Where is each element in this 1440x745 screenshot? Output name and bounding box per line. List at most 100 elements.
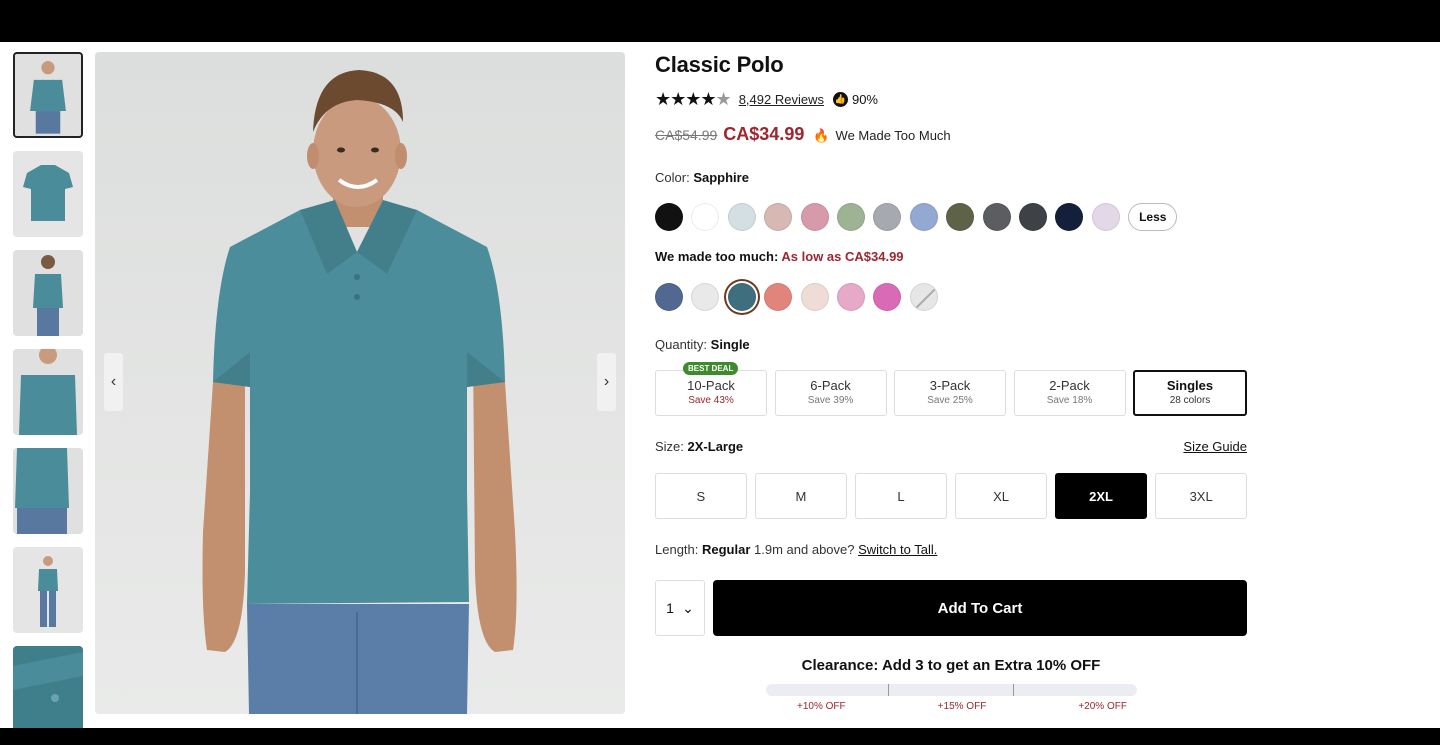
size-option-2xl[interactable]: 2XL bbox=[1055, 473, 1147, 519]
pack-savings: Save 39% bbox=[807, 395, 854, 406]
chevron-down-icon: ⌄ bbox=[682, 599, 694, 616]
pack-option-3[interactable]: 3-Pack Save 25% bbox=[894, 370, 1006, 416]
bottom-bar bbox=[0, 728, 1440, 734]
model-wearing-polo-illustration bbox=[202, 70, 517, 714]
clearance-progress-bar bbox=[765, 684, 1137, 696]
star-rating-icon: ★★★★★ bbox=[655, 89, 732, 109]
progress-tick bbox=[887, 684, 889, 696]
promo-text: We Made Too Much bbox=[835, 128, 951, 143]
sale-swatch[interactable] bbox=[800, 283, 829, 311]
clearance-tiers: +10% OFF +15% OFF +20% OFF bbox=[797, 701, 1127, 712]
pack-savings: Save 25% bbox=[927, 395, 973, 406]
tier-label: +10% OFF bbox=[797, 701, 846, 712]
sale-swatch[interactable] bbox=[873, 283, 902, 311]
color-swatch[interactable] bbox=[1091, 203, 1120, 231]
best-deal-badge: BEST DEAL bbox=[683, 362, 739, 375]
color-swatch[interactable] bbox=[1018, 203, 1047, 231]
switch-to-tall-link[interactable]: Switch to Tall. bbox=[858, 542, 937, 557]
quantity-value: 1 bbox=[666, 600, 674, 616]
chevron-left-icon: ‹ bbox=[110, 373, 117, 390]
pack-savings: Save 18% bbox=[1046, 395, 1093, 406]
sale-low-price: As low as CA$34.99 bbox=[781, 249, 904, 264]
next-image-arrow[interactable]: › bbox=[597, 353, 616, 411]
size-options: S M L XL 2XL 3XL bbox=[655, 473, 1247, 519]
thumbnail-back-model[interactable] bbox=[13, 250, 83, 336]
prev-image-arrow[interactable]: ‹ bbox=[104, 353, 123, 411]
add-to-cart-button[interactable]: Add To Cart bbox=[713, 580, 1247, 636]
color-swatch[interactable] bbox=[1055, 203, 1084, 231]
pack-option-2[interactable]: 2-Pack Save 18% bbox=[1013, 370, 1126, 416]
size-option-xl[interactable]: XL bbox=[955, 473, 1047, 519]
thumbnail-side-detail[interactable] bbox=[13, 448, 83, 534]
sale-swatch[interactable] bbox=[836, 283, 865, 311]
quantity-label: Quantity: Single bbox=[655, 337, 1247, 352]
color-swatch[interactable] bbox=[836, 203, 865, 231]
pack-option-6[interactable]: 6-Pack Save 39% bbox=[774, 370, 887, 416]
size-option-s[interactable]: S bbox=[655, 473, 747, 519]
thumbnail-fabric-detail[interactable] bbox=[13, 646, 83, 732]
product-title: Classic Polo bbox=[655, 52, 784, 77]
color-swatch[interactable] bbox=[727, 203, 756, 231]
sale-swatch[interactable] bbox=[655, 283, 683, 311]
color-swatch[interactable] bbox=[946, 203, 975, 231]
color-swatch[interactable] bbox=[764, 203, 793, 231]
color-swatch[interactable] bbox=[873, 203, 902, 231]
tier-label: +15% OFF bbox=[937, 701, 987, 712]
color-swatch[interactable] bbox=[655, 203, 683, 231]
clearance-banner: Clearance: Add 3 to get an Extra 10% OFF bbox=[801, 657, 1101, 674]
sale-swatch-selected[interactable] bbox=[727, 283, 756, 311]
thumbnail-front-model[interactable] bbox=[13, 52, 83, 138]
reviews-link[interactable]: 8,492 Reviews bbox=[739, 92, 824, 107]
length-hint: 1.9m and above? bbox=[754, 542, 855, 557]
pack-option-10[interactable]: BEST DEAL 10-Pack Save 43% bbox=[655, 362, 767, 416]
pack-name: 2-Pack bbox=[1049, 378, 1090, 393]
pack-name: Singles bbox=[1166, 378, 1214, 393]
selected-size: 2X-Large bbox=[687, 439, 744, 454]
pack-options: BEST DEAL 10-Pack Save 43% 6-Pack Save 3… bbox=[655, 362, 1247, 416]
pack-name: 6-Pack bbox=[810, 378, 851, 393]
product-info-panel: Classic Polo ★★★★★ 8,492 Reviews 👍 90% C… bbox=[655, 52, 1247, 712]
sale-swatch-list bbox=[655, 283, 1247, 311]
progress-tick bbox=[1012, 684, 1014, 696]
main-product-image: ‹ › bbox=[95, 52, 625, 714]
fire-icon: 🔥 bbox=[813, 128, 830, 143]
color-swatch-list: Less bbox=[655, 203, 1247, 231]
color-swatch[interactable] bbox=[909, 203, 938, 231]
quantity-label-text: Quantity: bbox=[655, 337, 708, 352]
chevron-right-icon: › bbox=[603, 373, 610, 390]
tier-label: +20% OFF bbox=[1078, 701, 1127, 712]
sale-swatch[interactable] bbox=[691, 283, 720, 311]
size-guide-link[interactable]: Size Guide bbox=[1183, 439, 1247, 454]
unavailable-swatch[interactable] bbox=[909, 283, 938, 311]
less-colors-button[interactable]: Less bbox=[1128, 203, 1178, 231]
add-to-cart-row: 1 ⌄ Add To Cart bbox=[655, 580, 1247, 636]
color-swatch[interactable] bbox=[800, 203, 829, 231]
size-option-l[interactable]: L bbox=[855, 473, 947, 519]
size-header: Size: 2X-Large Size Guide bbox=[655, 439, 1247, 454]
pack-name: 3-Pack bbox=[929, 378, 971, 393]
color-swatch[interactable] bbox=[982, 203, 1011, 231]
thumbnail-closeup[interactable] bbox=[13, 349, 83, 435]
thumbnail-full-body[interactable] bbox=[13, 547, 83, 633]
length-label: Length: bbox=[655, 542, 699, 557]
thumbs-up-icon: 👍 bbox=[832, 92, 848, 107]
pack-option-singles[interactable]: Singles 28 colors bbox=[1133, 370, 1247, 416]
size-option-3xl[interactable]: 3XL bbox=[1155, 473, 1247, 519]
quantity-select[interactable]: 1 ⌄ bbox=[655, 580, 705, 636]
pack-savings: Save 43% bbox=[688, 395, 734, 406]
color-label-text: Color: bbox=[655, 170, 690, 185]
sale-colors-label: We made too much: As low as CA$34.99 bbox=[655, 249, 1247, 264]
pack-name: 10-Pack bbox=[687, 378, 735, 393]
selected-quantity: Single bbox=[710, 337, 750, 352]
sale-price: CA$34.99 bbox=[723, 124, 805, 144]
selected-color: Sapphire bbox=[693, 170, 749, 185]
size-option-m[interactable]: M bbox=[755, 473, 847, 519]
sale-swatch[interactable] bbox=[764, 283, 793, 311]
color-swatch[interactable] bbox=[691, 203, 720, 231]
thumbnail-flat-front[interactable] bbox=[13, 151, 83, 237]
color-label: Color: Sapphire bbox=[655, 170, 1247, 185]
sale-label-text: We made too much: bbox=[655, 249, 779, 264]
product-page: ‹ › Classic Polo ★★★★★ 8,492 Reviews 👍 9… bbox=[0, 42, 1440, 732]
rating-row: ★★★★★ 8,492 Reviews 👍 90% bbox=[655, 89, 1247, 110]
pack-savings: 28 colors bbox=[1169, 395, 1211, 406]
